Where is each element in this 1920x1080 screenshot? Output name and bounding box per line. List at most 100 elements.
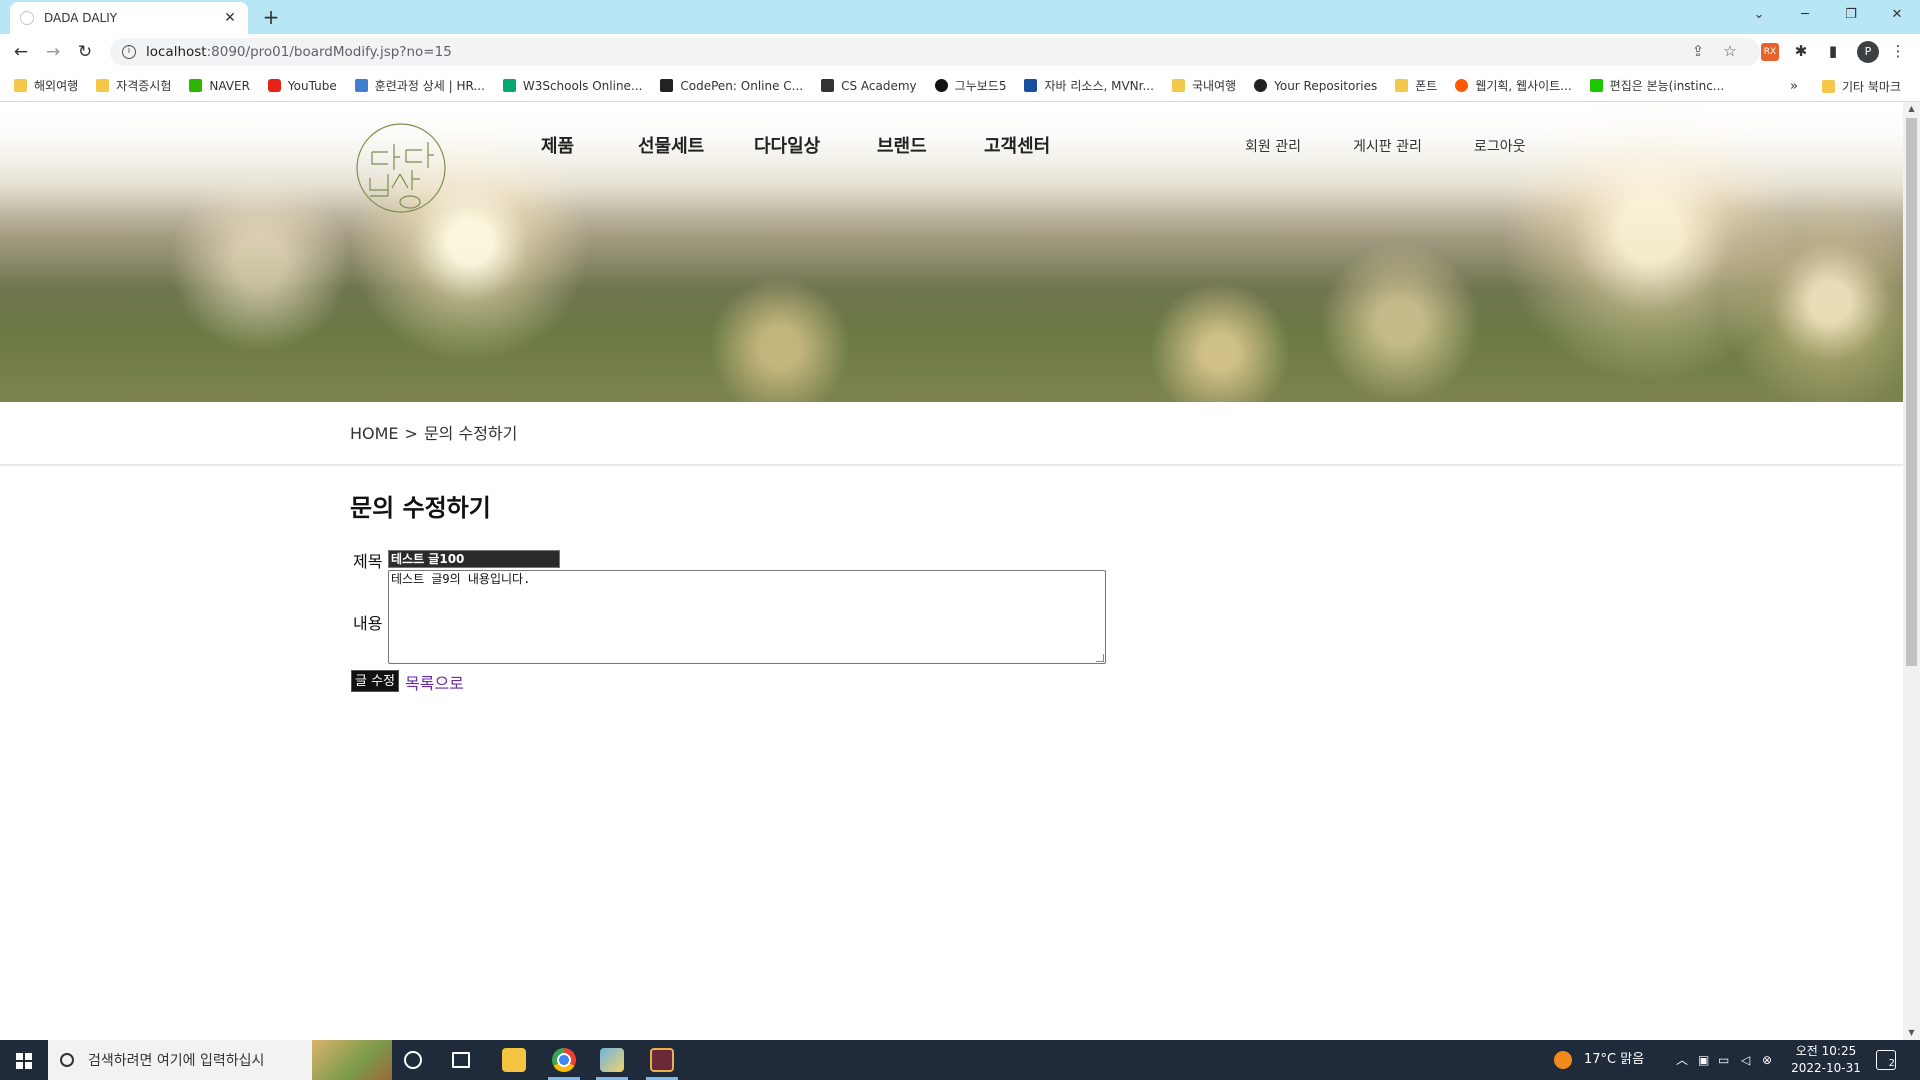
- breadcrumb-home[interactable]: HOME: [350, 424, 399, 443]
- menu-kebab-icon[interactable]: ⋮: [1888, 42, 1908, 62]
- back-to-list-link[interactable]: 목록으로: [405, 670, 464, 694]
- bookmark-item[interactable]: CodePen: Online C...: [660, 79, 803, 93]
- tray-chevron-icon[interactable]: ︿: [1676, 1040, 1688, 1080]
- other-bookmarks[interactable]: 기타 북마크: [1822, 78, 1901, 95]
- tray-camera-icon[interactable]: ▣: [1698, 1040, 1709, 1080]
- site-favicon-icon: [20, 11, 34, 25]
- network-icon[interactable]: ▭: [1718, 1040, 1729, 1080]
- content-text: 테스트 글9의 내용입니다.: [391, 572, 531, 586]
- content-textarea[interactable]: 테스트 글9의 내용입니다.: [388, 570, 1106, 664]
- cortana-icon[interactable]: [404, 1051, 422, 1069]
- util-logout[interactable]: 로그아웃: [1474, 136, 1526, 156]
- opera-icon: [1455, 79, 1469, 92]
- paint-icon[interactable]: [600, 1048, 624, 1072]
- bookmark-item[interactable]: NAVER: [189, 79, 250, 93]
- weather-text[interactable]: 17°C 맑음: [1584, 1040, 1644, 1080]
- tray-status-icon[interactable]: ⊗: [1762, 1040, 1772, 1080]
- browser-tab[interactable]: DADA DALIY ✕: [10, 2, 248, 34]
- breadcrumb-separator: >: [404, 424, 418, 443]
- scroll-up-icon[interactable]: ▲: [1903, 102, 1920, 116]
- side-panel-icon[interactable]: ▮: [1823, 42, 1843, 62]
- gnuboard-icon: [934, 79, 948, 92]
- forward-icon[interactable]: →: [41, 40, 65, 64]
- back-icon[interactable]: ←: [9, 40, 33, 64]
- util-member-admin[interactable]: 회원 관리: [1245, 136, 1301, 156]
- taskbar-clock[interactable]: 오전 10:25 2022-10-31: [1786, 1043, 1866, 1077]
- scroll-down-icon[interactable]: ▼: [1903, 1026, 1920, 1040]
- weather-sun-icon[interactable]: [1554, 1040, 1574, 1080]
- extension-rx-icon[interactable]: RX: [1761, 43, 1779, 61]
- new-tab-icon[interactable]: +: [259, 5, 283, 29]
- close-window-icon[interactable]: ✕: [1874, 0, 1920, 30]
- taskbar-search-placeholder: 검색하려면 여기에 입력하십시: [88, 1053, 265, 1069]
- tab-search-icon[interactable]: ⌄: [1736, 0, 1782, 30]
- windows-taskbar: 검색하려면 여기에 입력하십시 17°C 맑음 ︿ ▣ ▭ ◁ ⊗ 오전 10:…: [0, 1040, 1920, 1080]
- url-path: :8090/pro01/boardModify.jsp?no=15: [206, 44, 452, 60]
- file-explorer-icon[interactable]: [502, 1048, 526, 1072]
- bookmark-item[interactable]: 편집은 본능(instinc...: [1589, 77, 1724, 94]
- resize-grip-icon[interactable]: [1096, 654, 1104, 662]
- bookmark-item[interactable]: W3Schools Online...: [502, 79, 642, 93]
- scrollbar-thumb[interactable]: [1906, 118, 1917, 666]
- clock-time: 오전 10:25: [1795, 1044, 1857, 1058]
- volume-icon[interactable]: ◁: [1741, 1040, 1750, 1080]
- nav-dada-daily[interactable]: 다다일상: [754, 132, 820, 158]
- bookmark-item[interactable]: 해외여행: [14, 77, 78, 94]
- extensions-puzzle-icon[interactable]: ✱: [1791, 42, 1811, 62]
- bookmark-star-icon[interactable]: ☆: [1720, 42, 1740, 62]
- nav-products[interactable]: 제품: [541, 132, 574, 158]
- clock-date: 2022-10-31: [1791, 1061, 1861, 1075]
- folder-icon: [14, 79, 27, 92]
- bookmarks-bar: 해외여행 자격증시험 NAVER YouTube 훈련과정 상세 | HR...…: [0, 70, 1920, 102]
- page-viewport: 제품 선물세트 다다일상 브랜드 고객센터 회원 관리 게시판 관리 로그아웃 …: [0, 102, 1903, 1040]
- site-info-icon[interactable]: i: [122, 45, 136, 59]
- cs-academy-icon: [821, 79, 835, 92]
- bookmark-item[interactable]: 폰트: [1395, 77, 1437, 94]
- bookmarks-overflow-icon[interactable]: »: [1790, 79, 1798, 94]
- share-icon[interactable]: ⇪: [1688, 42, 1708, 62]
- folder-icon: [1395, 79, 1409, 92]
- github-icon: [1254, 79, 1268, 92]
- bookmark-item[interactable]: 자격증시험: [96, 77, 171, 94]
- search-highlight-art: [312, 1040, 392, 1080]
- blog-icon: [1589, 79, 1603, 92]
- windows-logo-icon: [16, 1053, 32, 1069]
- close-tab-icon[interactable]: ✕: [222, 10, 238, 26]
- folder-icon: [1822, 80, 1835, 93]
- app-icon[interactable]: [650, 1048, 674, 1072]
- address-bar[interactable]: i localhost:8090/pro01/boardModify.jsp?n…: [110, 38, 1760, 66]
- section-divider: [0, 464, 1903, 466]
- title-input[interactable]: 테스트 글100: [388, 550, 560, 568]
- bookmark-item[interactable]: 그누보드5: [934, 77, 1006, 94]
- breadcrumb-current: 문의 수정하기: [423, 424, 518, 443]
- bookmark-item[interactable]: 국내여행: [1171, 77, 1236, 94]
- taskbar-search[interactable]: 검색하려면 여기에 입력하십시: [48, 1040, 392, 1080]
- search-icon: [60, 1053, 74, 1067]
- task-view-icon[interactable]: [452, 1052, 470, 1068]
- hrd-icon: [354, 79, 368, 92]
- modify-submit-button[interactable]: 글 수정: [351, 670, 399, 692]
- bookmark-item[interactable]: 자바 리소스, MVNr...: [1024, 77, 1154, 94]
- bookmark-item[interactable]: Your Repositories: [1254, 79, 1377, 93]
- bookmark-item[interactable]: 웹기획, 웹사이트...: [1455, 77, 1572, 94]
- notification-icon[interactable]: 2: [1876, 1050, 1896, 1070]
- nav-brand[interactable]: 브랜드: [877, 132, 927, 158]
- bookmark-item[interactable]: YouTube: [267, 79, 337, 93]
- minimize-icon[interactable]: ─: [1782, 0, 1828, 30]
- reload-icon[interactable]: ↻: [73, 40, 97, 64]
- profile-avatar[interactable]: P: [1857, 41, 1879, 63]
- dada-logo-icon[interactable]: [350, 122, 452, 214]
- url-host: localhost: [146, 44, 207, 60]
- bookmark-item[interactable]: 훈련과정 상세 | HR...: [354, 77, 485, 94]
- page-title: 문의 수정하기: [350, 494, 491, 522]
- browser-toolbar: ← → ↻ i localhost:8090/pro01/boardModify…: [0, 34, 1920, 70]
- start-button[interactable]: [0, 1040, 48, 1080]
- restore-icon[interactable]: ❐: [1828, 0, 1874, 30]
- nav-customer-center[interactable]: 고객센터: [984, 132, 1050, 158]
- chrome-icon[interactable]: [552, 1048, 576, 1072]
- util-board-admin[interactable]: 게시판 관리: [1353, 136, 1422, 156]
- page-scrollbar[interactable]: ▲ ▼: [1903, 102, 1920, 1040]
- folder-icon: [96, 79, 110, 92]
- nav-gift-sets[interactable]: 선물세트: [638, 132, 704, 158]
- bookmark-item[interactable]: CS Academy: [821, 79, 917, 93]
